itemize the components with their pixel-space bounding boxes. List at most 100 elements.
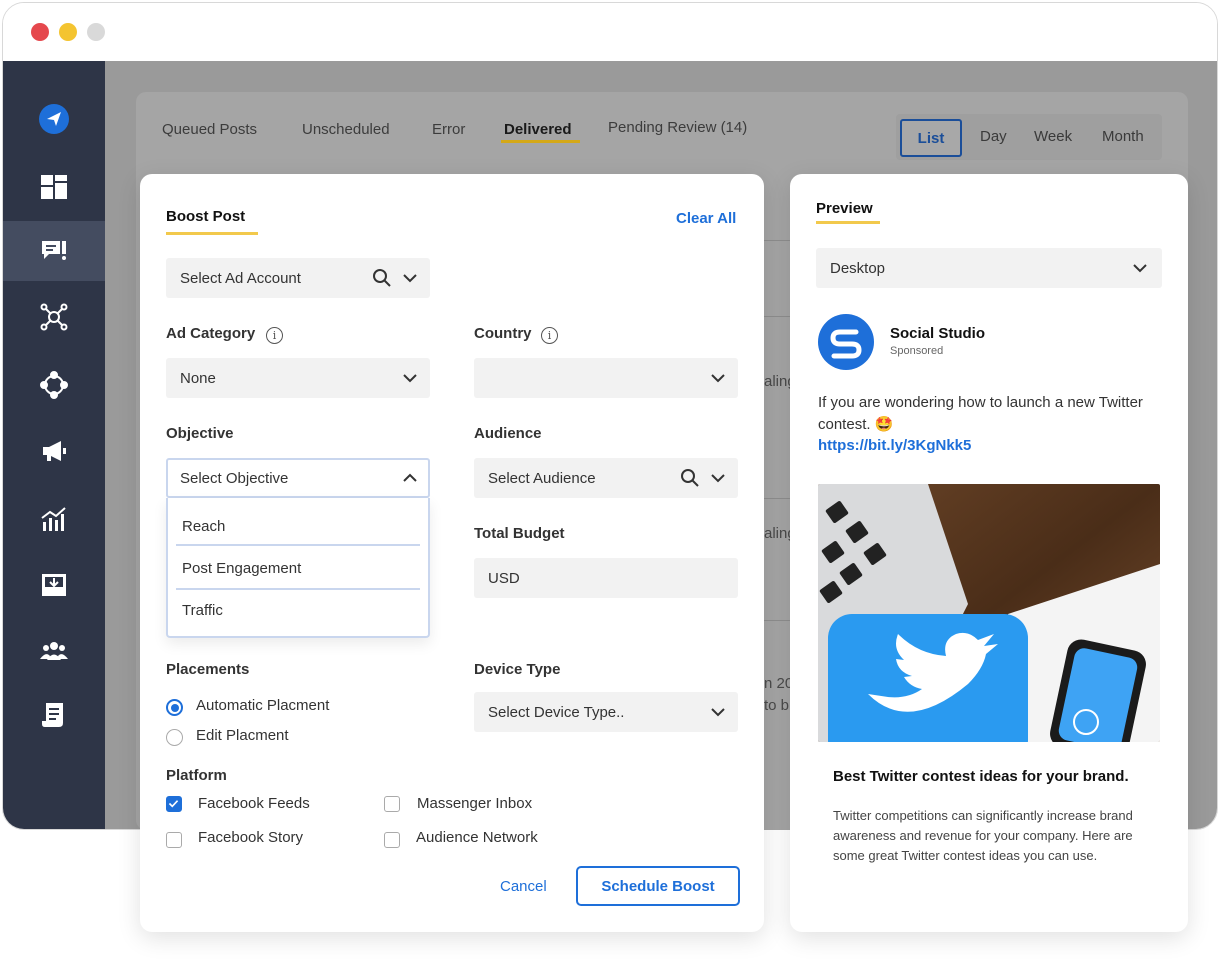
messages-icon[interactable] <box>3 221 105 281</box>
objective-option-traffic[interactable]: Traffic <box>182 602 223 619</box>
boost-post-card: Boost Post Clear All Select Ad Account A… <box>140 174 764 932</box>
view-week-button[interactable]: Week <box>1034 128 1072 145</box>
inbox-download-icon[interactable] <box>3 555 105 615</box>
ad-account-placeholder: Select Ad Account <box>180 269 301 287</box>
boost-post-title: Boost Post <box>166 208 246 225</box>
automatic-placement-label: Automatic Placment <box>196 697 330 714</box>
placements-label: Placements <box>166 661 250 678</box>
info-icon[interactable]: i <box>266 327 283 344</box>
brand-name: Social Studio <box>890 325 986 342</box>
team-icon[interactable] <box>3 621 105 681</box>
facebook-story-checkbox[interactable] <box>166 832 182 848</box>
device-preview-select[interactable]: Desktop <box>816 248 1162 288</box>
objective-option-post-engagement[interactable]: Post Engagement <box>182 560 301 577</box>
analytics-icon[interactable] <box>3 489 105 549</box>
country-label: Country <box>474 325 532 342</box>
info-icon[interactable]: i <box>541 327 558 344</box>
ad-category-label: Ad Category <box>166 325 256 342</box>
post-link[interactable]: https://bit.ly/3KgNkk5 <box>818 437 971 454</box>
chevron-down-icon <box>711 474 725 483</box>
dashboard-icon[interactable] <box>3 157 105 217</box>
post-text: If you are wondering how to launch a new… <box>818 394 1143 433</box>
divider <box>764 498 790 499</box>
reports-icon[interactable] <box>3 685 105 745</box>
clear-all-button[interactable]: Clear All <box>676 210 736 227</box>
title-underline <box>816 221 880 224</box>
chevron-down-icon <box>1133 264 1147 273</box>
platform-label: Platform <box>166 767 227 784</box>
tab-pending-review[interactable]: Pending Review (14) <box>608 119 747 136</box>
tab-error[interactable]: Error <box>432 121 465 138</box>
megaphone-icon[interactable] <box>3 421 105 481</box>
divider <box>764 240 790 241</box>
view-list-button[interactable]: List <box>900 119 962 157</box>
tab-unscheduled[interactable]: Unscheduled <box>302 121 390 138</box>
objective-select[interactable]: Select Objective <box>166 458 430 498</box>
audience-label: Audience <box>474 425 542 442</box>
divider <box>764 316 790 317</box>
edit-placement-label: Edit Placment <box>196 727 289 744</box>
objective-placeholder: Select Objective <box>180 469 289 487</box>
schedule-boost-button[interactable]: Schedule Boost <box>576 866 740 906</box>
integrations-icon[interactable] <box>3 355 105 415</box>
title-bar <box>3 3 1217 61</box>
chevron-down-icon <box>403 374 417 383</box>
active-tab-indicator <box>501 140 580 143</box>
chevron-down-icon <box>403 274 417 283</box>
objective-dropdown: Reach Post Engagement Traffic <box>166 498 430 638</box>
total-budget-label: Total Budget <box>474 525 565 542</box>
messenger-inbox-label: Massenger Inbox <box>417 795 533 812</box>
facebook-feeds-checkbox[interactable] <box>166 796 182 812</box>
chevron-up-icon <box>403 473 417 482</box>
card-title: Best Twitter contest ideas for your bran… <box>833 768 1129 785</box>
ad-account-select[interactable]: Select Ad Account <box>166 258 430 298</box>
post-image <box>818 484 1160 742</box>
dropdown-separator <box>176 544 420 546</box>
messenger-inbox-checkbox[interactable] <box>384 796 400 812</box>
view-month-button[interactable]: Month <box>1102 128 1144 145</box>
total-budget-input[interactable]: USD <box>474 558 738 598</box>
cancel-button[interactable]: Cancel <box>500 878 547 895</box>
social-studio-logo-icon <box>830 329 862 359</box>
divider <box>764 620 790 621</box>
facebook-feeds-label: Facebook Feeds <box>198 795 310 812</box>
device-type-label: Device Type <box>474 661 561 678</box>
audience-network-checkbox[interactable] <box>384 832 400 848</box>
brand-avatar <box>818 314 874 370</box>
device-preview-value: Desktop <box>830 259 886 277</box>
edit-placement-radio[interactable] <box>166 729 183 746</box>
currency-value: USD <box>488 569 520 587</box>
audience-network-label: Audience Network <box>416 829 538 846</box>
background-text: n 20 <box>764 675 794 692</box>
ad-category-value: None <box>180 369 216 387</box>
close-window-button[interactable] <box>31 23 49 41</box>
twitter-laptop-image-icon <box>818 484 1160 742</box>
audience-select[interactable]: Select Audience <box>474 458 738 498</box>
chevron-down-icon <box>711 708 725 717</box>
tab-delivered[interactable]: Delivered <box>504 121 572 138</box>
title-underline <box>166 232 258 235</box>
search-icon <box>681 469 699 487</box>
device-type-select[interactable]: Select Device Type.. <box>474 692 738 732</box>
tab-queued-posts[interactable]: Queued Posts <box>162 121 257 138</box>
facebook-story-label: Facebook Story <box>198 829 304 846</box>
sponsored-label: Sponsored <box>890 345 944 357</box>
search-icon <box>373 269 391 287</box>
preview-card: Preview Desktop Social Studio Sponsored … <box>790 174 1188 932</box>
objective-label: Objective <box>166 425 234 442</box>
preview-title: Preview <box>816 200 873 217</box>
checkmark-icon <box>168 800 179 808</box>
ad-category-select[interactable]: None <box>166 358 430 398</box>
device-type-placeholder: Select Device Type.. <box>488 703 625 721</box>
country-select[interactable] <box>474 358 738 398</box>
maximize-window-button[interactable] <box>87 23 105 41</box>
objective-option-reach[interactable]: Reach <box>182 518 225 535</box>
sidebar <box>3 61 105 829</box>
automatic-placement-radio[interactable] <box>166 699 183 716</box>
chevron-down-icon <box>711 374 725 383</box>
audience-placeholder: Select Audience <box>488 469 596 487</box>
send-icon[interactable] <box>3 89 105 149</box>
view-day-button[interactable]: Day <box>980 128 1007 145</box>
minimize-window-button[interactable] <box>59 23 77 41</box>
network-icon[interactable] <box>3 287 105 347</box>
